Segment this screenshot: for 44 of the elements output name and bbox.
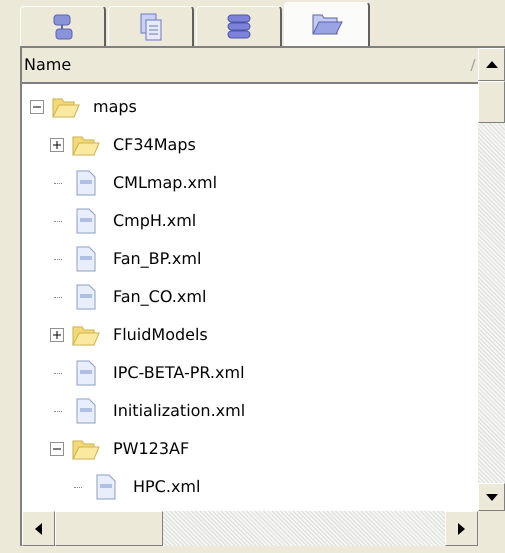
tree-item[interactable]: HPC.xml xyxy=(133,475,200,499)
scroll-left-button[interactable] xyxy=(22,511,55,546)
documents-icon xyxy=(138,12,164,42)
folder-icon xyxy=(310,12,342,38)
expand-icon[interactable] xyxy=(50,138,64,152)
tree-item[interactable]: FluidModels xyxy=(113,323,208,347)
expand-icon[interactable] xyxy=(50,328,64,342)
scroll-right-button[interactable] xyxy=(445,511,478,546)
column-header[interactable]: Name xyxy=(22,48,478,84)
vertical-scrollbar[interactable] xyxy=(478,48,505,511)
tree-item[interactable]: CmpH.xml xyxy=(113,209,196,233)
right-arrow-icon xyxy=(458,522,465,534)
file-icon xyxy=(76,208,96,234)
tab[interactable] xyxy=(284,2,370,46)
column-label: Name xyxy=(24,54,72,76)
scroll-thumb[interactable] xyxy=(478,81,505,123)
tree-item[interactable]: IPC-BETA-PR.xml xyxy=(113,361,245,385)
tab[interactable] xyxy=(108,6,194,46)
tree-item[interactable]: Initialization.xml xyxy=(113,399,246,423)
file-icon xyxy=(96,474,116,500)
scroll-down-button[interactable] xyxy=(478,483,505,511)
collapse-icon[interactable] xyxy=(30,100,44,114)
tree-item[interactable]: Fan_BP.xml xyxy=(113,247,202,271)
file-icon xyxy=(76,398,96,424)
file-icon xyxy=(76,360,96,386)
tree-item[interactable]: PW123AF xyxy=(113,437,190,461)
file-icon xyxy=(76,170,96,196)
sort-icon xyxy=(470,58,476,72)
scroll-up-button[interactable] xyxy=(478,48,505,81)
tree-item[interactable]: CMLmap.xml xyxy=(113,171,218,195)
up-arrow-icon xyxy=(486,61,498,68)
collapse-icon[interactable] xyxy=(50,442,64,456)
down-arrow-icon xyxy=(486,494,498,500)
file-icon xyxy=(76,284,96,310)
horizontal-scrollbar[interactable] xyxy=(22,511,478,546)
tree-item[interactable]: Fan_CO.xml xyxy=(113,285,206,309)
tree-item[interactable]: maps xyxy=(93,95,137,119)
scrollbar-corner xyxy=(478,511,505,546)
tab[interactable] xyxy=(20,6,106,46)
tab[interactable] xyxy=(196,6,282,46)
tree-item[interactable]: CF34Maps xyxy=(113,133,196,157)
file-icon xyxy=(76,246,96,272)
left-arrow-icon xyxy=(35,522,42,534)
scroll-thumb[interactable] xyxy=(55,511,163,546)
